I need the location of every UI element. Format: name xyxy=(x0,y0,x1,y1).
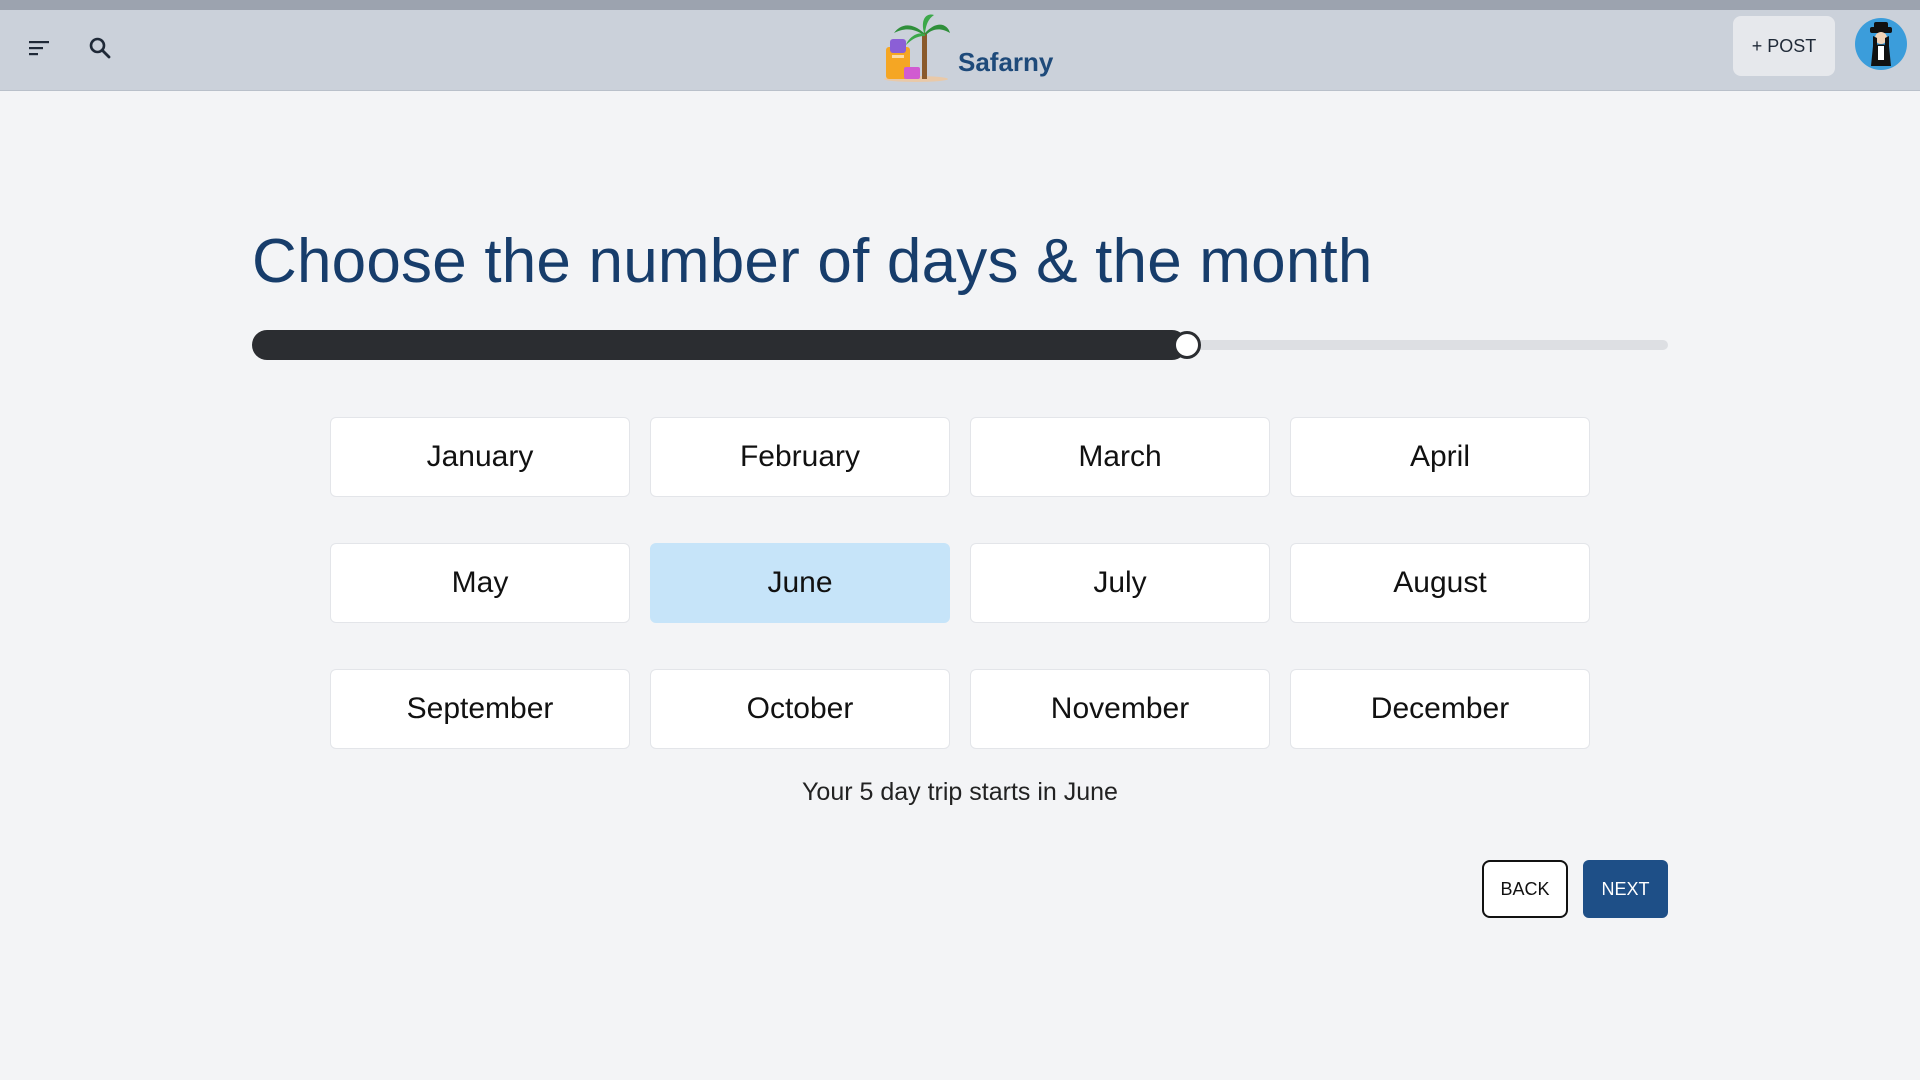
user-avatar[interactable] xyxy=(1855,18,1907,70)
month-option-november[interactable]: November xyxy=(970,669,1270,749)
month-option-april[interactable]: April xyxy=(1290,417,1590,497)
brand-name: Safarny xyxy=(958,47,1054,77)
top-strip xyxy=(0,0,1920,10)
month-option-october[interactable]: October xyxy=(650,669,950,749)
month-option-december[interactable]: December xyxy=(1290,669,1590,749)
post-button[interactable]: + POST xyxy=(1733,16,1835,76)
next-button[interactable]: NEXT xyxy=(1583,860,1668,918)
slider-fill xyxy=(252,330,1187,360)
avatar-figure-icon xyxy=(1870,22,1892,66)
days-slider[interactable] xyxy=(252,330,1668,360)
month-option-march[interactable]: March xyxy=(970,417,1270,497)
menu-button[interactable] xyxy=(16,26,64,74)
trip-summary: Your 5 day trip starts in June xyxy=(802,778,1118,806)
page-title: Choose the number of days & the month xyxy=(252,227,1373,296)
month-option-july[interactable]: July xyxy=(970,543,1270,623)
app-logo[interactable]: Safarny xyxy=(880,12,1053,88)
month-option-september[interactable]: September xyxy=(330,669,630,749)
slider-thumb[interactable] xyxy=(1172,331,1201,359)
suitcase-palm-logo-icon xyxy=(880,11,952,88)
search-icon xyxy=(88,36,112,65)
menu-icon xyxy=(29,40,51,61)
month-option-june[interactable]: June xyxy=(650,543,950,623)
month-option-august[interactable]: August xyxy=(1290,543,1590,623)
month-option-may[interactable]: May xyxy=(330,543,630,623)
search-button[interactable] xyxy=(76,26,124,74)
back-button[interactable]: BACK xyxy=(1482,860,1568,918)
month-option-february[interactable]: February xyxy=(650,417,950,497)
month-grid: January February March April May June Ju… xyxy=(330,417,1590,749)
month-option-january[interactable]: January xyxy=(330,417,630,497)
app-header: Safarny + POST xyxy=(0,10,1920,91)
